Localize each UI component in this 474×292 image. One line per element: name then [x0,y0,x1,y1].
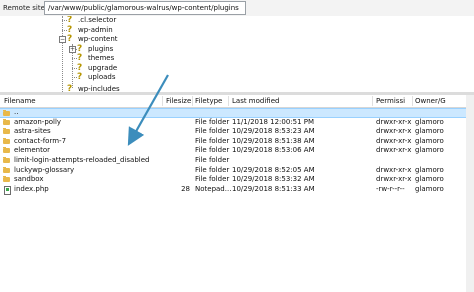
tree-item-wp-includes[interactable]: ? wp-includes [67,84,120,93]
remote-path-value: /var/www/public/glamorous-walrus/wp-cont… [48,4,239,12]
file-permissions: drwxr-xr-x [376,117,412,126]
file-modified: 10/29/2018 8:52:05 AM [232,165,315,174]
directory-tree: ? .cl.selector ? wp-admin − ? wp-content + … [0,16,474,92]
file-row[interactable]: contact-form-7 File folder 10/29/2018 8:51… [0,137,474,147]
file-owner: glamoro [415,146,444,155]
file-list-header: Filename Filesize Filetype Last modified… [0,95,474,108]
folder-icon [3,110,10,116]
column-header-permissions[interactable]: Permissi [376,97,405,105]
folder-icon [3,147,10,154]
collapse-toggle[interactable]: − [59,36,66,43]
file-owner: glamoro [415,117,444,126]
file-permissions: drwxr-xr-x [376,127,412,136]
file-permissions: drwxr-xr-x [376,146,412,155]
remote-site-bar: Remote site: /var/www/public/glamorous-w… [0,0,474,16]
file-owner: glamoro [415,184,444,193]
vertical-scrollbar[interactable] [466,95,474,292]
column-divider[interactable] [412,96,413,106]
tree-item-plugins[interactable]: ? plugins [77,45,113,54]
file-modified: 10/29/2018 8:51:38 AM [232,136,315,145]
folder-icon [3,118,10,125]
file-name: .. [14,108,19,116]
file-permissions: -rw-r--r-- [376,184,405,193]
tree-item-upgrade[interactable]: ? upgrade [77,64,117,73]
column-header-last-modified[interactable]: Last modified [232,97,279,105]
file-name: limit-login-attempts-reloaded_disabled [14,155,150,164]
remote-path-input[interactable]: /var/www/public/glamorous-walrus/wp-cont… [44,1,246,15]
file-name: amazon-polly [14,117,62,126]
unknown-folder-icon: ? [77,53,83,63]
unknown-folder-icon: ? [77,72,83,82]
file-modified: 10/29/2018 8:53:32 AM [232,175,315,184]
column-header-filename[interactable]: Filename [4,97,36,105]
column-header-owner[interactable]: Owner/G [415,97,446,105]
file-name: index.php [14,184,49,193]
column-header-filesize[interactable]: Filesize [166,97,191,105]
file-modified: 10/29/2018 8:53:23 AM [232,127,315,136]
file-type: Notepad... [195,184,232,193]
folder-icon [3,137,10,144]
folder-icon [3,176,10,183]
file-owner: glamoro [415,165,444,174]
file-owner: glamoro [415,175,444,184]
expand-toggle[interactable]: + [69,46,76,53]
file-row[interactable]: amazon-polly File folder 11/1/2018 12:00:5… [0,118,474,128]
file-type: File folder [195,146,230,155]
tree-item-wp-admin[interactable]: ? wp-admin [67,26,113,35]
file-type: File folder [195,127,230,136]
file-name: contact-form-7 [14,136,67,145]
file-type: File folder [195,175,230,184]
remote-site-label: Remote site: [3,4,48,12]
folder-icon [3,156,10,163]
column-divider[interactable] [162,96,163,106]
file-name: elementor [14,146,51,155]
file-type: File folder [195,136,230,145]
column-divider[interactable] [372,96,373,106]
tree-item-themes[interactable]: ? themes [77,54,114,63]
tree-line [62,16,63,92]
tree-item-cl-selector[interactable]: ? .cl.selector [67,16,116,25]
unknown-folder-icon: ? [67,34,73,44]
file-modified: 11/1/2018 12:00:51 PM [232,117,315,126]
file-name: sandbox [14,175,44,184]
folder-icon [3,128,10,135]
file-row[interactable]: index.php 28 Notepad... 10/29/2018 8:51:33 … [0,185,474,195]
folder-icon [3,166,10,173]
file-modified: 10/29/2018 8:51:33 AM [232,184,315,193]
file-owner: glamoro [415,136,444,145]
file-name: luckywp-glossary [14,165,75,174]
unknown-folder-icon: ? [67,84,73,93]
unknown-folder-icon: ? [67,16,73,25]
file-owner: glamoro [415,127,444,136]
file-row[interactable]: astra-sites File folder 10/29/2018 8:53:23… [0,127,474,137]
file-type: File folder [195,117,230,126]
file-permissions: drwxr-xr-x [376,136,412,145]
column-divider[interactable] [228,96,229,106]
column-header-filetype[interactable]: Filetype [195,97,222,105]
file-row[interactable]: luckywp-glossary File folder 10/29/2018 8:… [0,166,474,176]
file-type: File folder [195,155,230,164]
file-row[interactable]: sandbox File folder 10/29/2018 8:53:32 AM d… [0,175,474,185]
php-file-icon [4,185,11,195]
tree-item-uploads[interactable]: ? uploads [77,73,116,82]
tree-item-wp-content[interactable]: ? wp-content [67,35,118,44]
column-divider[interactable] [192,96,193,106]
file-permissions: drwxr-xr-x [376,175,412,184]
file-permissions: drwxr-xr-x [376,165,412,174]
file-list: .. amazon-polly File folder 11/1/2018 12:00… [0,108,474,195]
parent-directory-row[interactable]: .. [0,108,474,118]
file-modified: 10/29/2018 8:53:06 AM [232,146,315,155]
file-row[interactable]: elementor File folder 10/29/2018 8:53:06 A… [0,146,474,156]
file-type: File folder [195,165,230,174]
file-row[interactable]: limit-login-attempts-reloaded_disabled Fi… [0,156,474,166]
file-size: 28 [181,184,190,193]
file-name: astra-sites [14,127,51,136]
